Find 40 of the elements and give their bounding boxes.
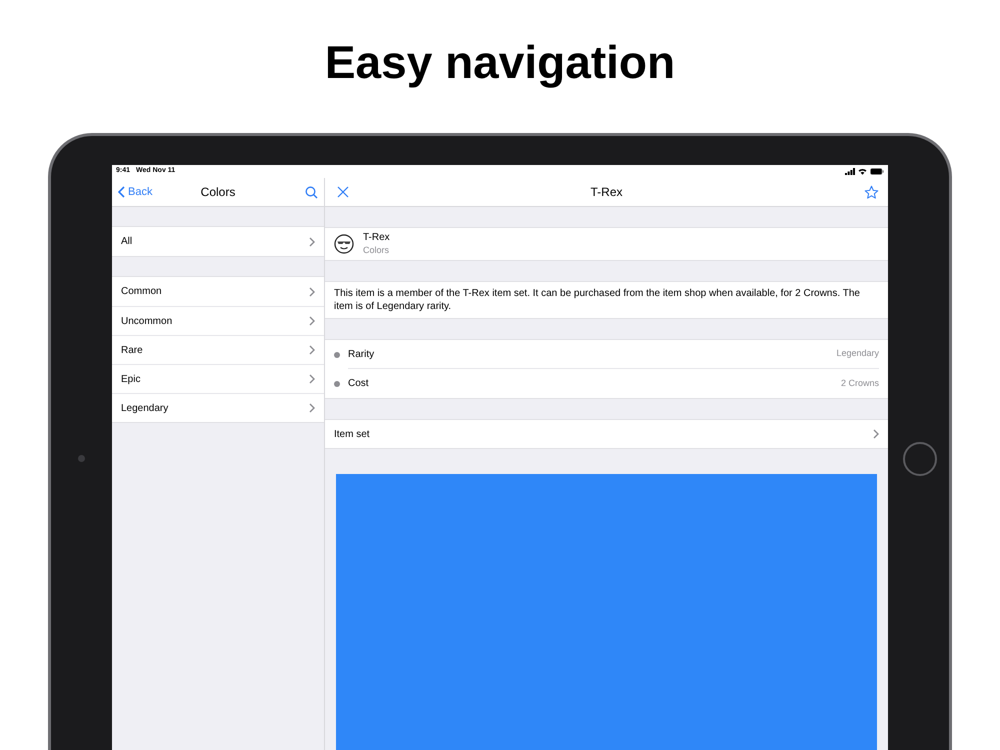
search-button[interactable]	[305, 186, 318, 198]
property-value: 2 Crowns	[840, 376, 879, 390]
item-set-row[interactable]: Item set	[325, 420, 888, 448]
close-icon	[337, 186, 349, 198]
sunglasses-face-icon	[334, 234, 354, 254]
property-value: Legendary	[836, 347, 879, 360]
property-label: Rarity	[348, 348, 374, 362]
category-item[interactable]: Uncommon	[112, 306, 324, 335]
detail-title: T-Rex	[590, 184, 622, 201]
item-name: T-Rex	[363, 232, 390, 244]
close-button[interactable]	[337, 186, 349, 198]
chevron-right-icon	[309, 403, 315, 413]
favorite-button[interactable]	[864, 184, 879, 200]
category-item[interactable]: Epic	[112, 364, 324, 393]
camera-icon	[78, 455, 85, 462]
sidebar-title: Colors	[200, 184, 236, 201]
chevron-left-icon	[118, 186, 125, 198]
chevron-right-icon	[873, 429, 879, 439]
chevron-right-icon	[309, 236, 315, 246]
property-label: Cost	[348, 377, 369, 391]
category-item[interactable]: Rare	[112, 335, 324, 364]
search-icon	[305, 186, 318, 198]
signal-icon	[845, 168, 855, 175]
home-button[interactable]	[903, 442, 937, 476]
chevron-right-icon	[309, 345, 315, 355]
star-icon	[864, 184, 879, 200]
headline: Easy navigation	[324, 35, 676, 90]
category-item[interactable]: Common	[112, 277, 324, 306]
back-button[interactable]: Back	[118, 184, 152, 200]
chevron-right-icon	[309, 316, 315, 326]
wifi-icon	[858, 168, 867, 175]
chevron-right-icon	[309, 286, 315, 296]
category-item[interactable]: Legendary	[112, 393, 324, 422]
category-item[interactable]: All	[112, 227, 324, 256]
battery-icon	[870, 168, 884, 175]
bullet-icon	[334, 352, 340, 358]
item-subtitle: Colors	[363, 244, 390, 256]
chevron-right-icon	[309, 374, 315, 384]
item-description: This item is a member of the T-Rex item set. It can be purchased from the item shop when available, for 2 Crowns. The item is of Legendary rarity.	[334, 287, 861, 313]
bullet-icon	[334, 380, 340, 386]
